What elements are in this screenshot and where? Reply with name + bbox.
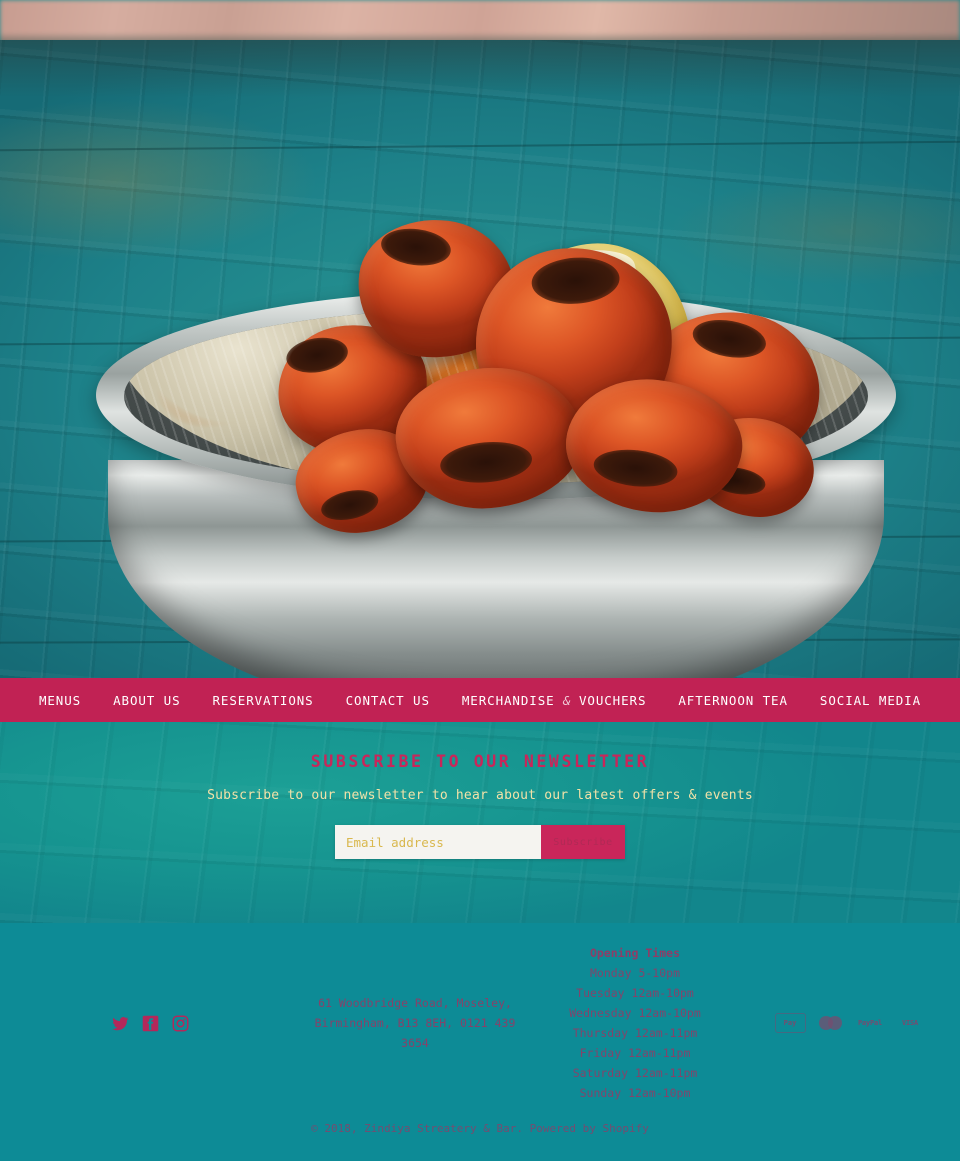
footer-address-column: 61 Woodbridge Road, Moseley, Birmingham,… (300, 993, 530, 1053)
footer-social-column (0, 1015, 300, 1032)
site-footer: 61 Woodbridge Road, Moseley, Birmingham,… (0, 923, 960, 1161)
opening-times-row: Saturday 12am-11pm (572, 1066, 698, 1080)
newsletter-section: SUBSCRIBE TO OUR NEWSLETTER Subscribe to… (0, 722, 960, 923)
nav-label-vouchers: VOUCHERS (578, 692, 647, 708)
nav-label-merchandise: MERCHANDISE (461, 692, 555, 708)
nav-item-contact-us[interactable]: CONTACT US (330, 693, 446, 708)
opening-times-row: Monday 5-10pm (589, 966, 680, 980)
hero-image (0, 0, 960, 678)
opening-times-row: Sunday 12am-10pm (579, 1086, 691, 1100)
subscribe-button[interactable]: Subscribe (541, 825, 625, 859)
opening-times-row: Thursday 12am-11pm (572, 1026, 698, 1040)
paypal-icon: PayPal (855, 1013, 886, 1033)
newsletter-title: SUBSCRIBE TO OUR NEWSLETTER (310, 752, 650, 771)
visa-label: VISA (901, 1019, 919, 1027)
facebook-icon[interactable] (142, 1015, 159, 1032)
apple-pay-icon: Pay (774, 1013, 806, 1033)
main-navigation: MENUS ABOUT US RESERVATIONS CONTACT US M… (0, 678, 960, 722)
visa-icon: VISA (895, 1013, 926, 1033)
opening-times-row: Wednesday 12am-10pm (569, 1006, 701, 1020)
email-input[interactable] (335, 825, 541, 859)
nav-item-reservations[interactable]: RESERVATIONS (197, 693, 330, 708)
payment-methods: Pay PayPal VISA (774, 1013, 926, 1033)
mastercard-circle-right (827, 1016, 842, 1030)
paypal-label: PayPal (857, 1019, 883, 1027)
nav-item-merchandise-vouchers[interactable]: MERCHANDISE & VOUCHERS (446, 693, 663, 708)
nav-ampersand: & (563, 692, 571, 708)
copyright-text: © 2018, Zindiya Streatery & Bar. Powered… (311, 1122, 649, 1135)
opening-times-row: Tuesday 12am-10pm (576, 986, 694, 1000)
nav-item-afternoon-tea[interactable]: AFTERNOON TEA (662, 693, 804, 708)
newsletter-subtitle: Subscribe to our newsletter to hear abou… (207, 788, 753, 803)
nav-item-menus[interactable]: MENUS (23, 693, 97, 708)
opening-times-row: Friday 12am-11pm (579, 1046, 691, 1060)
footer-payments-column: Pay PayPal VISA (740, 1013, 960, 1033)
opening-times-title: Opening Times (589, 946, 680, 960)
twitter-icon[interactable] (111, 1015, 129, 1032)
footer-columns: 61 Woodbridge Road, Moseley, Birmingham,… (0, 923, 960, 1123)
nav-item-about-us[interactable]: ABOUT US (97, 693, 196, 708)
newsletter-form: Subscribe (335, 825, 625, 859)
steel-bowl (96, 130, 896, 678)
footer-address: 61 Woodbridge Road, Moseley, Birmingham,… (314, 996, 516, 1050)
apple-pay-label: Pay (783, 1019, 797, 1027)
nav-item-social-media[interactable]: SOCIAL MEDIA (804, 693, 937, 708)
footer-hours-column: Opening Times Monday 5-10pm Tuesday 12am… (530, 943, 740, 1103)
instagram-icon[interactable] (172, 1015, 189, 1032)
mastercard-icon (815, 1013, 846, 1033)
social-links (111, 1015, 189, 1032)
